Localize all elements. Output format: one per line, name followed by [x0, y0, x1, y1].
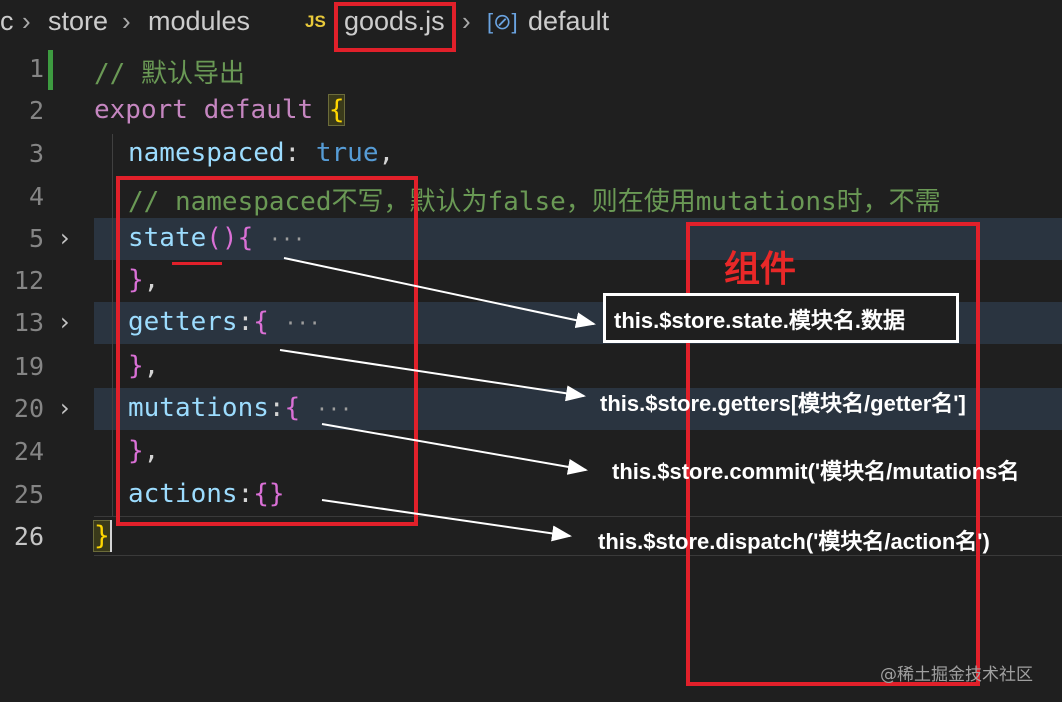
actions-access-label: this.$store.dispatch('模块名/action名') — [598, 529, 990, 554]
getters-arrow — [279, 349, 586, 402]
watermark: @稀土掘金技术社区 — [880, 665, 1033, 685]
mutations-access-label: this.$store.commit('模块名/mutations名 — [612, 459, 1020, 484]
state-access-label: this.$store.state.模块名.数据 — [614, 308, 905, 333]
annotation-arrows — [279, 257, 596, 542]
actions-arrow — [321, 499, 572, 542]
state-arrow — [283, 257, 596, 329]
getters-access-label: this.$store.getters[模块名/getter名'] — [600, 391, 966, 416]
mutations-arrow — [321, 423, 588, 475]
